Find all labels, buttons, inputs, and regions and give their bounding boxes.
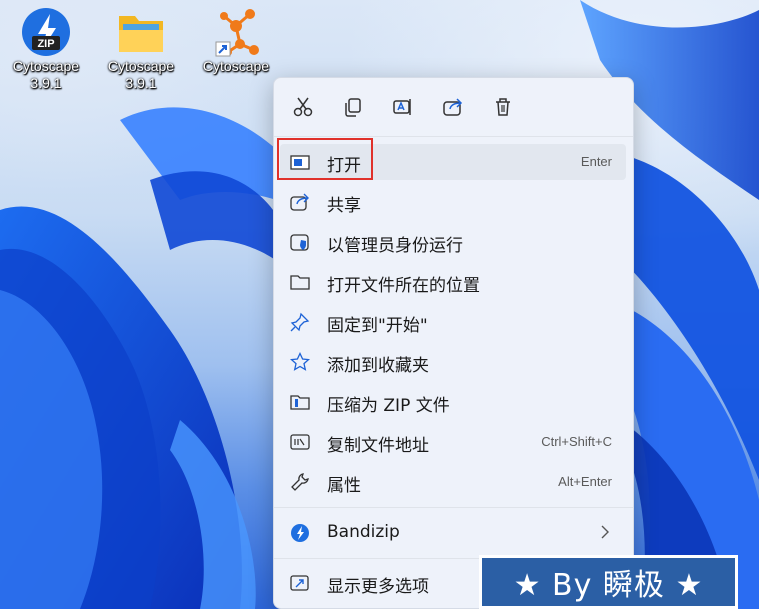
rename-button[interactable] (388, 92, 418, 122)
menu-item-label: 显示更多选项 (327, 577, 429, 597)
watermark: ★ By 瞬极 ★ (479, 555, 738, 609)
menu-item-copy-path[interactable]: 复制文件地址 Ctrl+Shift+C (280, 424, 626, 460)
share-icon (290, 192, 310, 212)
icon-label: Cytoscape (107, 58, 175, 74)
menu-item-share[interactable]: 共享 (280, 184, 626, 220)
folder-icon (290, 272, 310, 292)
scissors-icon (293, 97, 313, 117)
menu-item-label: 复制文件地址 (327, 436, 429, 456)
menu-item-label: 共享 (327, 196, 361, 216)
menu-item-pin-to-start[interactable]: 固定到"开始" (280, 304, 626, 340)
icon-label-version: 3.9.1 (125, 75, 157, 91)
menu-item-label: 添加到收藏夹 (327, 356, 429, 376)
desktop-icon-cytoscape-folder[interactable]: Cytoscape 3.9.1 (100, 6, 182, 92)
share-button[interactable] (438, 92, 468, 122)
desktop-icon-cytoscape-shortcut[interactable]: Cytoscape (195, 6, 277, 75)
menu-item-label: 压缩为 ZIP 文件 (327, 396, 450, 416)
menu-item-run-as-admin[interactable]: 以管理员身份运行 (280, 224, 626, 260)
svg-text:ZIP: ZIP (37, 38, 54, 50)
wrench-icon (290, 472, 310, 492)
menu-item-label: 打开文件所在的位置 (327, 276, 480, 296)
desktop-icon-cytoscape-zip[interactable]: ZIP Cytoscape 3.9.1 (5, 6, 87, 92)
menu-item-label: Bandizip (327, 522, 400, 542)
menu-item-label: 属性 (327, 476, 361, 496)
menu-item-label: 以管理员身份运行 (327, 236, 463, 256)
star-icon (289, 351, 311, 372)
bandizip-icon (290, 523, 310, 543)
menu-item-add-to-favorites[interactable]: 添加到收藏夹 (280, 344, 626, 380)
folder-icon (115, 6, 167, 58)
highlight-box (277, 138, 373, 180)
menu-item-bandizip[interactable]: Bandizip (280, 515, 626, 551)
menu-item-properties[interactable]: 属性 Alt+Enter (280, 464, 626, 500)
share-icon (443, 98, 463, 116)
chevron-right-icon (600, 524, 610, 544)
menu-item-shortcut: Enter (580, 154, 612, 169)
menu-separator (274, 507, 633, 508)
delete-button[interactable] (488, 92, 518, 122)
cut-button[interactable] (288, 92, 318, 122)
more-options-icon (290, 573, 310, 593)
context-menu-toolbar (274, 78, 633, 137)
admin-shield-icon (290, 232, 310, 252)
icon-label: Cytoscape (12, 58, 80, 74)
icon-label-version: 3.9.1 (30, 75, 62, 91)
menu-item-label: 固定到"开始" (327, 316, 428, 336)
copy-icon (345, 98, 361, 117)
copy-button[interactable] (338, 92, 368, 122)
menu-item-shortcut: Ctrl+Shift+C (541, 434, 612, 449)
zip-archive-icon: ZIP (20, 6, 72, 58)
menu-item-shortcut: Alt+Enter (558, 474, 612, 489)
trash-icon (496, 98, 510, 116)
cytoscape-app-icon (210, 6, 262, 58)
menu-item-compress-zip[interactable]: 压缩为 ZIP 文件 (280, 384, 626, 420)
rename-icon (393, 99, 411, 115)
pin-icon (290, 312, 310, 332)
copy-path-icon (290, 432, 310, 452)
icon-label: Cytoscape (202, 58, 270, 74)
zip-icon (290, 392, 310, 412)
menu-item-open-file-location[interactable]: 打开文件所在的位置 (280, 264, 626, 300)
